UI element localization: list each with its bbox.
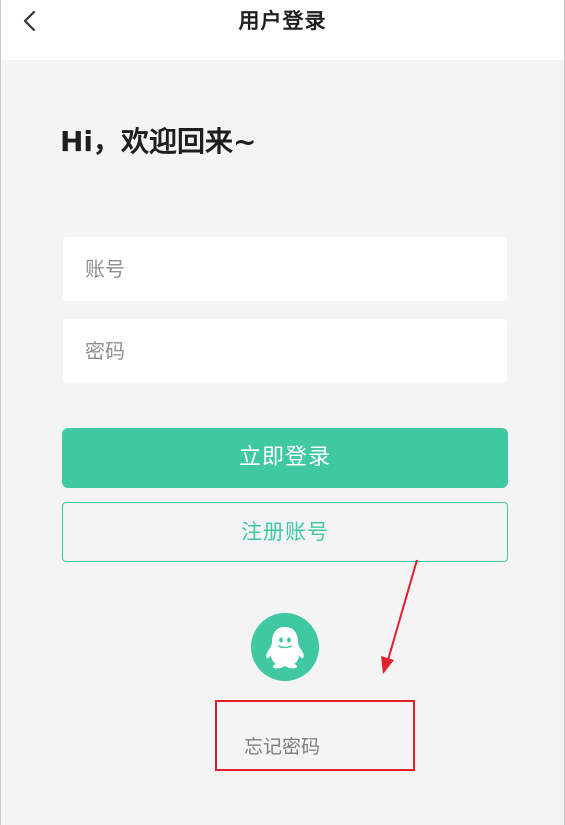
login-page: 用户登录 Hi，欢迎回来~ 立即登录 注册账号 忘记密码 — [0, 0, 565, 825]
password-input[interactable] — [63, 319, 507, 383]
greeting-heading: Hi，欢迎回来~ — [60, 125, 257, 158]
qq-login-button[interactable] — [251, 613, 319, 681]
page-title: 用户登录 — [238, 9, 327, 33]
navbar: 用户登录 — [1, 0, 564, 60]
qq-penguin-icon — [266, 627, 304, 669]
register-button[interactable]: 注册账号 — [62, 502, 508, 562]
forgot-password-link[interactable]: 忘记密码 — [244, 732, 320, 759]
account-input[interactable] — [63, 237, 507, 301]
login-button[interactable]: 立即登录 — [62, 428, 508, 488]
